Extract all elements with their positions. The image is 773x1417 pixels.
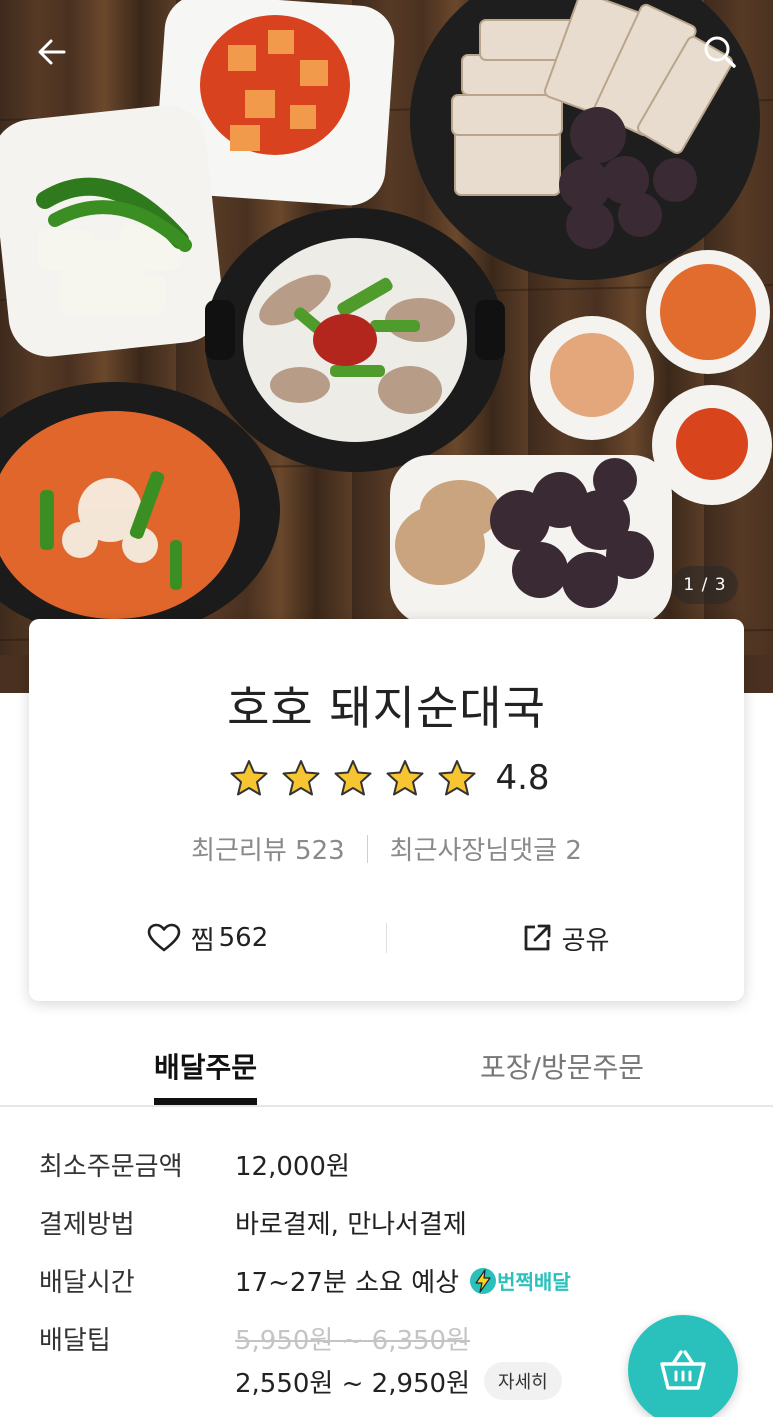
flash-delivery-label: 번쩍배달: [497, 1270, 571, 1294]
payment-value: 바로결제, 만나서결제: [235, 1210, 467, 1240]
rating-value: 4.8: [495, 758, 550, 798]
recent-reviews-link[interactable]: 최근리뷰 523: [191, 830, 345, 867]
lightning-icon: [470, 1267, 497, 1294]
min-order-label: 최소주문금액: [39, 1152, 183, 1182]
delivery-time-row: 17~27분 소요 예상 번쩍배달: [235, 1262, 571, 1299]
favorite-button[interactable]: 찜 562: [29, 920, 386, 957]
hero-image[interactable]: 1 / 3: [0, 0, 773, 693]
back-arrow-icon: [38, 39, 66, 65]
share-button[interactable]: 공유: [387, 920, 744, 957]
owner-replies-link[interactable]: 최근사장님댓글 2: [390, 830, 582, 867]
share-label: 공유: [561, 925, 610, 956]
min-order-value: 12,000원: [235, 1152, 350, 1182]
star-icon: [230, 760, 268, 796]
tab-pickup[interactable]: 포장/방문주문: [480, 1046, 644, 1086]
card-actions: 찜 562 공유: [29, 905, 744, 971]
order-type-tabs: 배달주문 포장/방문주문: [0, 1040, 773, 1107]
heart-icon: [147, 923, 181, 952]
delivery-time-value: 17~27분 소요 예상: [235, 1268, 460, 1298]
basket-icon: [660, 1350, 706, 1390]
delivery-tip-detail-button[interactable]: 자세히: [484, 1362, 562, 1400]
tab-delivery[interactable]: 배달주문: [154, 1046, 258, 1105]
delivery-tip-discounted: 2,550원 ~ 2,950원: [235, 1368, 471, 1399]
image-counter: 1 / 3: [672, 566, 738, 604]
favorite-count: 562: [218, 923, 269, 953]
search-icon: [704, 36, 736, 68]
star-icon: [438, 760, 476, 796]
cart-button[interactable]: [628, 1315, 738, 1417]
rating-row[interactable]: 4.8: [0, 758, 773, 798]
share-icon: [524, 924, 550, 951]
star-icon: [282, 760, 320, 796]
delivery-tip-original: 5,950원 ~ 6,350원: [235, 1326, 471, 1356]
search-button[interactable]: [698, 30, 742, 74]
divider: [366, 834, 368, 863]
delivery-tip-label: 배달팁: [39, 1326, 111, 1356]
star-icon: [386, 760, 424, 796]
food-photo: [0, 0, 773, 693]
delivery-tip-row: 2,550원 ~ 2,950원 자세히: [235, 1362, 562, 1400]
star-icon: [334, 760, 372, 796]
store-name: 호호 돼지순대국: [227, 681, 546, 735]
review-summary: 최근리뷰 523 최근사장님댓글 2: [0, 830, 773, 867]
back-button[interactable]: [30, 30, 74, 74]
payment-label: 결제방법: [39, 1210, 135, 1240]
flash-delivery-badge: 번쩍배달: [469, 1266, 571, 1295]
delivery-time-label: 배달시간: [39, 1268, 135, 1298]
favorite-label: 찜: [190, 925, 215, 956]
